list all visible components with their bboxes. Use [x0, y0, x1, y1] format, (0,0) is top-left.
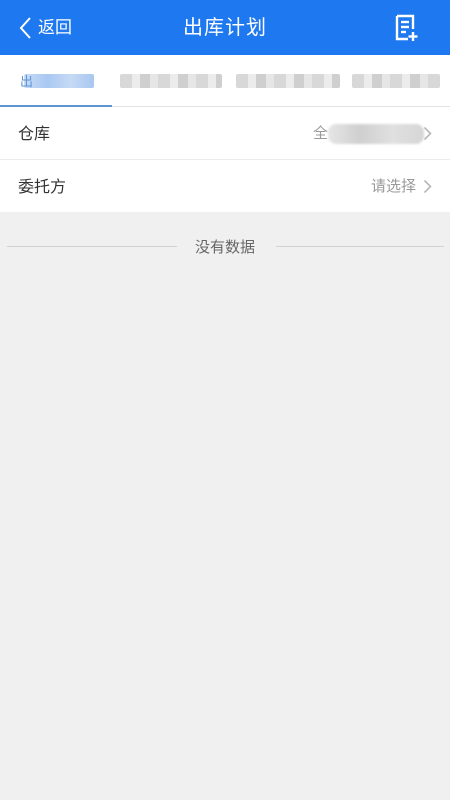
app-screen: 出库计划 返回 出 仓库 全 委托方 请选择 没有数据	[0, 0, 450, 800]
tab-bar: 出	[0, 55, 450, 108]
tab-1[interactable]: 出	[0, 55, 112, 108]
warehouse-value-redacted	[328, 124, 424, 144]
chevron-left-icon	[19, 17, 31, 39]
tab-1-label: 出	[20, 75, 34, 90]
tab-2-label-redacted	[120, 74, 222, 88]
consignor-label: 委托方	[18, 177, 67, 196]
chevron-right-icon	[423, 179, 432, 194]
document-add-button[interactable]	[394, 14, 420, 42]
tab-4[interactable]	[352, 55, 440, 107]
back-label: 返回	[38, 18, 72, 38]
consignor-value: 请选择	[370, 177, 416, 195]
tab-4-label-redacted	[352, 74, 440, 88]
consignor-row[interactable]: 委托方 请选择	[0, 160, 450, 212]
tab-3[interactable]	[236, 55, 340, 107]
empty-state: 没有数据	[0, 235, 450, 259]
empty-state-text: 没有数据	[194, 238, 255, 256]
filter-form: 仓库 全 委托方 请选择	[0, 107, 450, 212]
back-button[interactable]: 返回	[18, 14, 72, 42]
tab-2[interactable]	[120, 55, 222, 107]
warehouse-label: 仓库	[18, 124, 51, 143]
document-add-icon	[395, 14, 418, 41]
tab-3-label-redacted	[236, 74, 340, 88]
chevron-right-icon	[423, 126, 432, 141]
warehouse-row[interactable]: 仓库 全	[0, 107, 450, 160]
warehouse-value: 全	[312, 124, 328, 142]
top-bar: 出库计划 返回	[0, 0, 450, 55]
divider-right	[276, 246, 444, 247]
tab-1-label-redacted	[24, 74, 94, 88]
